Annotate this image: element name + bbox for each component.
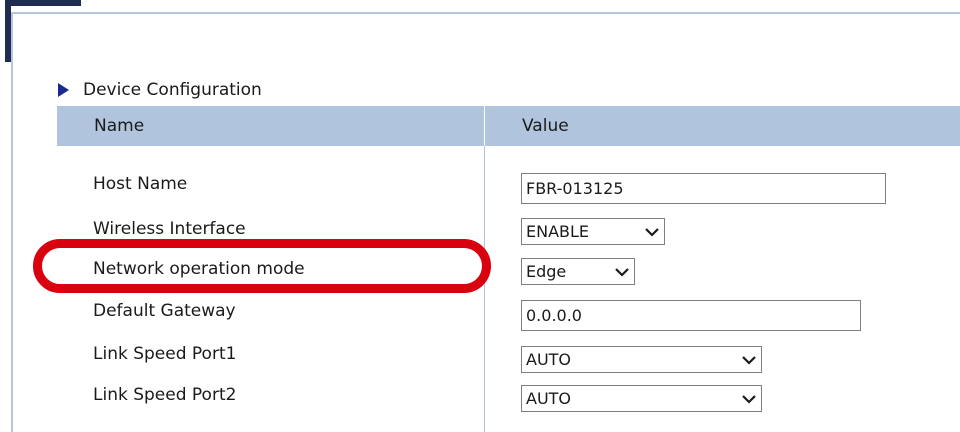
section-title: Device Configuration: [58, 78, 262, 102]
link-speed-port2-select[interactable]: AUTO: [521, 385, 762, 412]
column-divider: [484, 146, 485, 432]
network-operation-mode-select[interactable]: Edge: [521, 258, 635, 285]
chevron-down-icon: [742, 355, 756, 365]
triangle-right-icon: [58, 83, 69, 97]
wireless-interface-selected: ENABLE: [526, 222, 590, 241]
link-speed-port1-label: Link Speed Port1: [93, 344, 237, 364]
network-operation-mode-selected: Edge: [526, 262, 567, 281]
default-gateway-input[interactable]: [521, 300, 861, 331]
section-title-text: Device Configuration: [83, 80, 262, 100]
host-name-input[interactable]: [521, 173, 886, 204]
table-header: Name Value: [57, 106, 960, 146]
column-header-value: Value: [522, 116, 569, 136]
chevron-down-icon: [645, 227, 659, 237]
chevron-down-icon: [615, 267, 629, 277]
column-header-name: Name: [94, 116, 145, 136]
default-gateway-label: Default Gateway: [93, 301, 236, 321]
link-speed-port2-selected: AUTO: [526, 389, 572, 408]
chevron-down-icon: [742, 394, 756, 404]
frame-corner-horizontal: [5, 0, 81, 6]
host-name-label: Host Name: [93, 174, 188, 194]
link-speed-port1-select[interactable]: AUTO: [521, 346, 762, 373]
wireless-interface-label: Wireless Interface: [93, 219, 246, 239]
link-speed-port2-label: Link Speed Port2: [93, 385, 237, 405]
frame-left-border: [11, 12, 13, 432]
link-speed-port1-selected: AUTO: [526, 350, 572, 369]
network-operation-mode-label: Network operation mode: [93, 259, 305, 279]
frame-top-border: [11, 12, 960, 14]
header-divider: [484, 106, 485, 146]
wireless-interface-select[interactable]: ENABLE: [521, 218, 665, 245]
